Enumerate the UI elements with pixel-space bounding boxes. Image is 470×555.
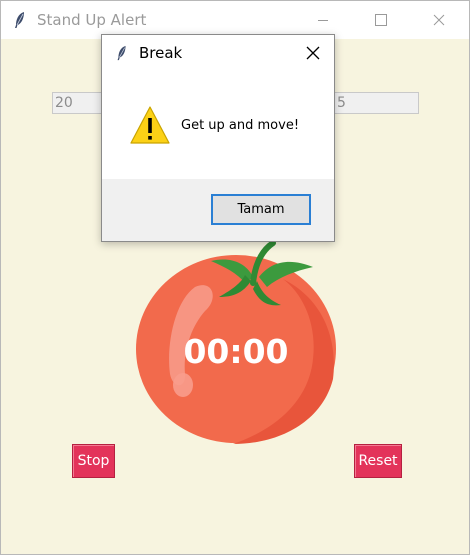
feather-icon (117, 45, 126, 61)
close-button[interactable] (416, 1, 462, 39)
timer-display: 00:00 (183, 332, 288, 371)
window-title: Stand Up Alert (37, 11, 147, 29)
work-minutes-input[interactable] (52, 92, 104, 114)
dialog-footer: Tamam (102, 179, 334, 241)
maximize-button[interactable] (358, 1, 404, 39)
break-minutes-input[interactable] (334, 92, 419, 114)
ok-button[interactable]: Tamam (211, 194, 311, 225)
break-dialog: Break Get up and move! Tamam (101, 34, 335, 242)
maximize-icon (375, 14, 387, 26)
dialog-message: Get up and move! (181, 118, 300, 133)
tomato-icon: 00:00 (136, 240, 336, 444)
minimize-icon (318, 20, 328, 21)
warning-icon (130, 106, 170, 144)
feather-icon (15, 12, 24, 28)
close-icon (306, 46, 320, 60)
stop-button[interactable]: Stop (72, 444, 115, 478)
dialog-title-bar[interactable]: Break (102, 35, 334, 71)
close-icon (433, 14, 445, 26)
dialog-close-button[interactable] (298, 37, 328, 69)
dialog-title: Break (139, 44, 183, 62)
reset-button[interactable]: Reset (354, 444, 402, 478)
